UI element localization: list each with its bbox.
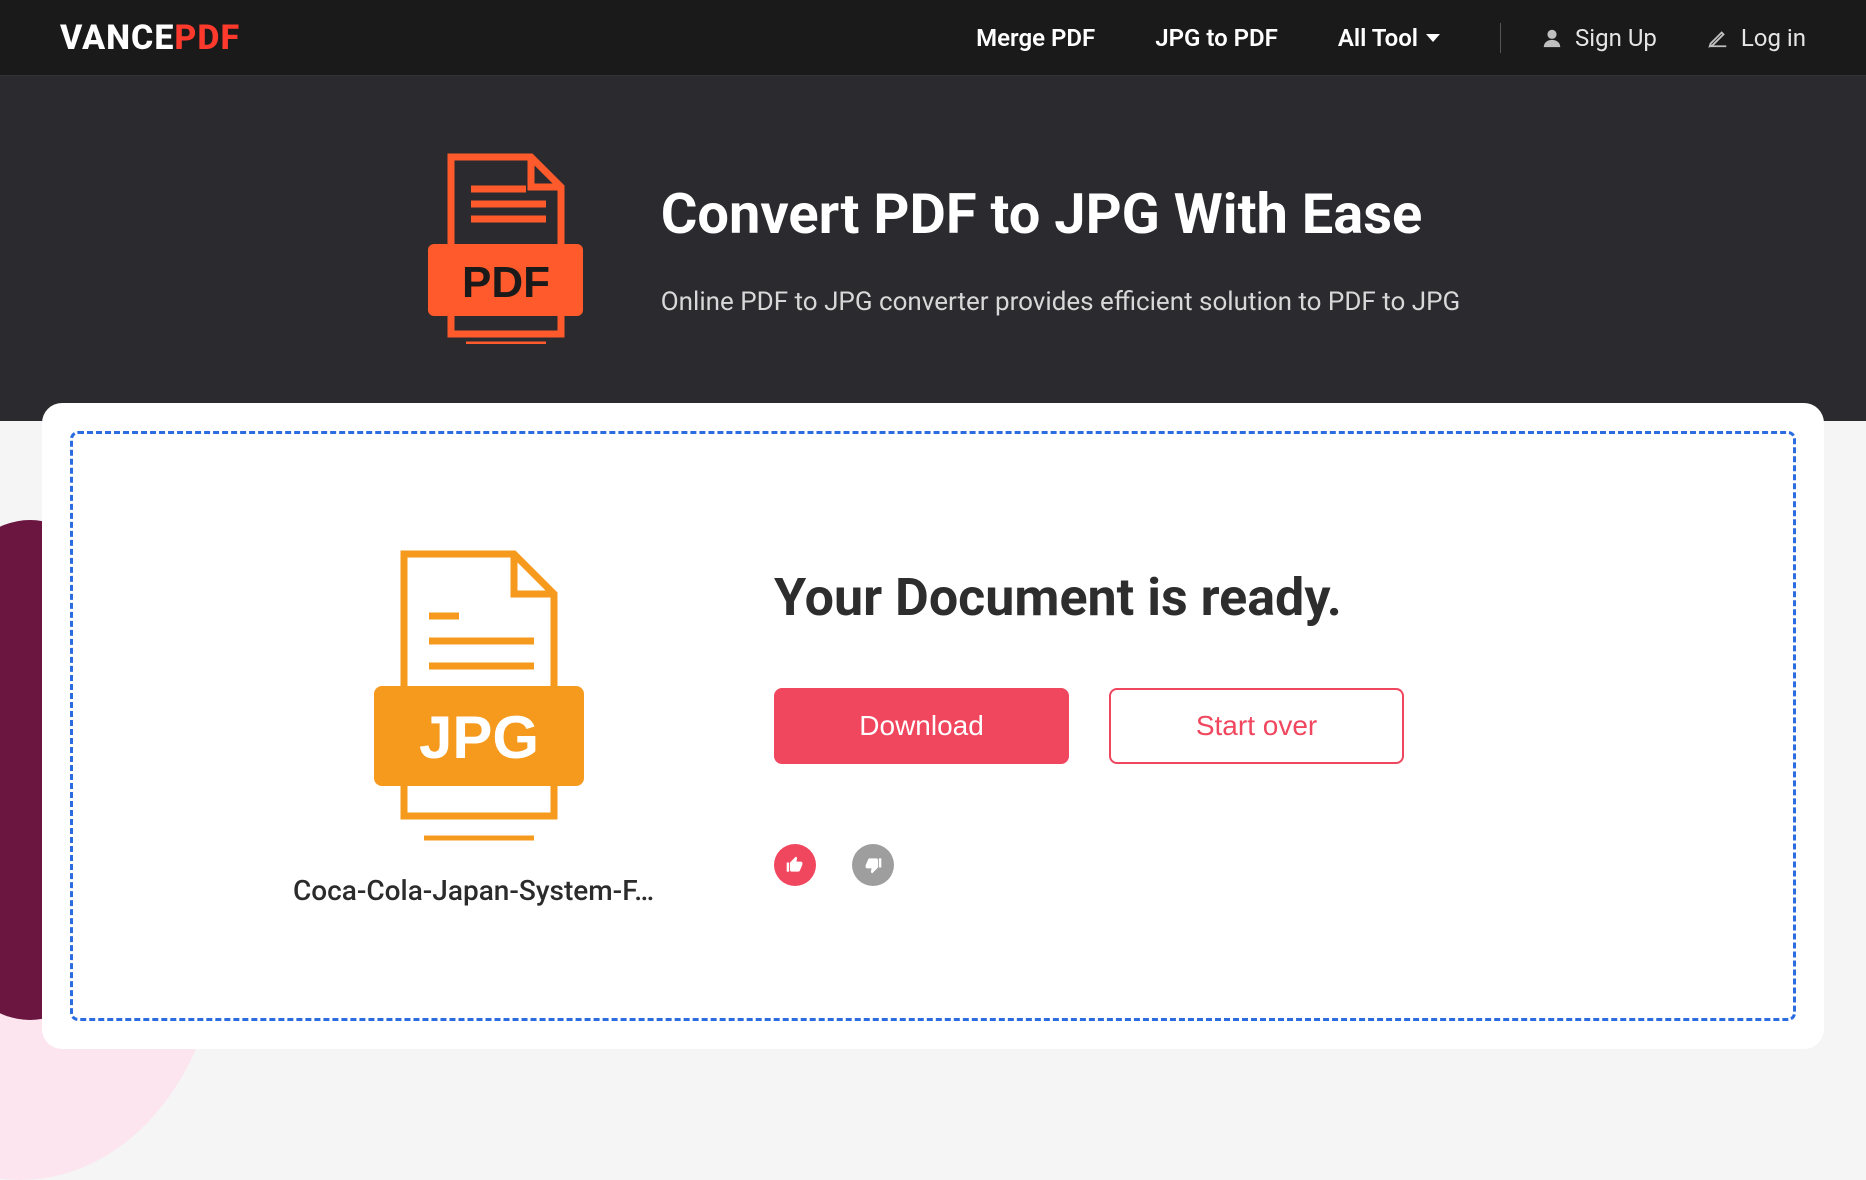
edit-icon — [1707, 27, 1729, 49]
login-label: Log in — [1741, 24, 1806, 52]
nav-all-tool[interactable]: All Tool — [1338, 24, 1440, 52]
logo-text-vance: VANCE — [60, 18, 174, 58]
nav-merge-pdf[interactable]: Merge PDF — [976, 24, 1095, 52]
hero-title: Convert PDF to JPG With Ease — [661, 181, 1460, 247]
thumbs-up-icon — [785, 855, 805, 875]
signup-link[interactable]: Sign Up — [1541, 24, 1657, 52]
file-preview: JPG Coca-Cola-Japan-System-F… — [293, 546, 654, 907]
chevron-down-icon — [1426, 34, 1440, 42]
thumbs-up-button[interactable] — [774, 844, 816, 886]
hero-section: PDF Convert PDF to JPG With Ease Online … — [0, 76, 1866, 421]
download-button[interactable]: Download — [774, 688, 1069, 764]
pdf-icon-label: PDF — [462, 258, 550, 307]
hero-subtitle: Online PDF to JPG converter provides eff… — [661, 287, 1460, 317]
hero-text: Convert PDF to JPG With Ease Online PDF … — [661, 181, 1460, 317]
login-link[interactable]: Log in — [1707, 24, 1806, 52]
user-icon — [1541, 27, 1563, 49]
start-over-button[interactable]: Start over — [1109, 688, 1404, 764]
thumbs-down-button[interactable] — [852, 844, 894, 886]
nav-jpg-to-pdf[interactable]: JPG to PDF — [1155, 24, 1278, 52]
logo[interactable]: VANCEPDF — [60, 18, 240, 58]
action-buttons: Download Start over — [774, 688, 1653, 764]
nav-label: All Tool — [1338, 24, 1418, 52]
nav-divider — [1500, 23, 1501, 53]
file-name: Coca-Cola-Japan-System-F… — [293, 874, 654, 907]
jpg-file-icon: JPG — [349, 546, 599, 846]
svg-text:JPG: JPG — [418, 704, 538, 771]
auth-links: Sign Up Log in — [1541, 24, 1806, 52]
drop-zone[interactable]: JPG Coca-Cola-Japan-System-F… Your Docum… — [70, 431, 1796, 1021]
nav-label: Merge PDF — [976, 24, 1095, 52]
thumbs-down-icon — [863, 855, 883, 875]
pdf-hero-icon: PDF — [406, 149, 591, 348]
result-actions: Your Document is ready. Download Start o… — [774, 567, 1653, 886]
feedback-buttons — [774, 844, 1653, 886]
signup-label: Sign Up — [1575, 24, 1657, 52]
top-nav: VANCEPDF Merge PDF JPG to PDF All Tool S… — [0, 0, 1866, 76]
logo-text-pdf: PDF — [174, 18, 240, 58]
result-card: JPG Coca-Cola-Japan-System-F… Your Docum… — [42, 403, 1824, 1049]
nav-label: JPG to PDF — [1155, 24, 1278, 52]
main-nav: Merge PDF JPG to PDF All Tool — [976, 24, 1440, 52]
ready-heading: Your Document is ready. — [774, 567, 1653, 628]
result-card-wrapper: JPG Coca-Cola-Japan-System-F… Your Docum… — [0, 403, 1866, 1049]
